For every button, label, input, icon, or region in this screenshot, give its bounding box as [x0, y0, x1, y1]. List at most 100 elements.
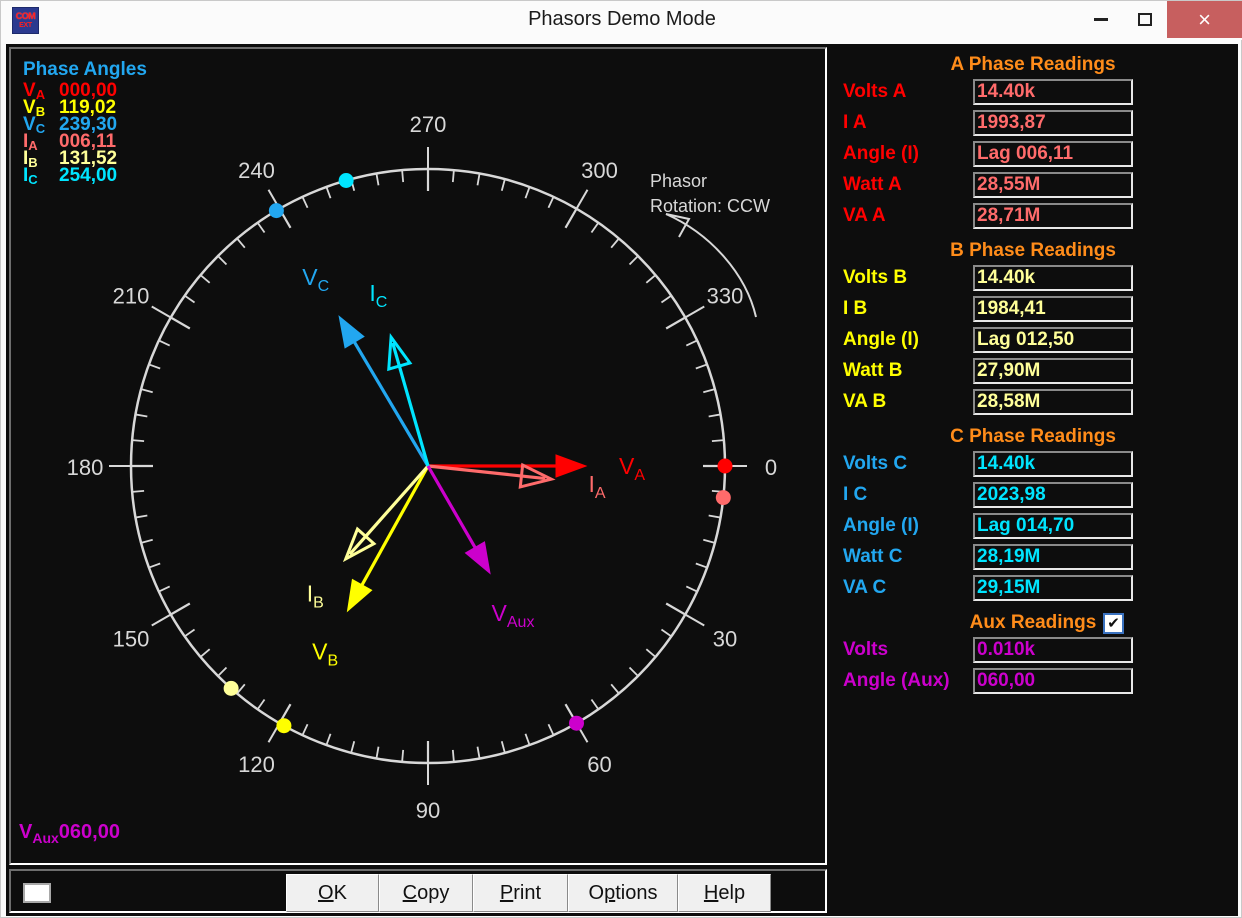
minimize-button[interactable] — [1079, 1, 1123, 38]
scale-tick — [375, 746, 380, 759]
reading-value-field[interactable]: 29,15M — [973, 575, 1133, 601]
scale-tick — [140, 538, 153, 544]
scale-tick — [660, 294, 672, 304]
reading-value-field[interactable]: 14.40k — [973, 79, 1133, 105]
scale-tick — [500, 741, 506, 754]
phasor-label: VB — [312, 638, 338, 669]
rotation-line2: Rotation: CCW — [650, 196, 771, 216]
phasor-V_B: VB — [276, 465, 430, 734]
phasor-plot-panel: 0 30 60 90 120 150 180 210 240 270 300 330 VA VB VC IA I… — [9, 47, 827, 865]
scale-tick — [628, 666, 639, 677]
maximize-icon — [1138, 13, 1152, 26]
readings-panel: A Phase Readings Volts A 14.40k I A 1993,87 A… — [831, 47, 1235, 913]
close-icon: × — [1198, 6, 1211, 32]
scale-tick — [236, 237, 246, 249]
scale-tick — [703, 388, 716, 394]
scale-label: 120 — [238, 752, 275, 777]
scale-tick — [695, 363, 708, 370]
phasor-marker-dot — [268, 203, 284, 219]
readings-section-title: B Phase Readings — [950, 240, 1116, 261]
phasor-arrowhead — [464, 541, 491, 575]
scale-label: 30 — [713, 627, 737, 652]
reading-label: I A — [843, 112, 867, 133]
ok-button[interactable]: OK — [286, 874, 379, 912]
reading-value-field[interactable]: 14.40k — [973, 451, 1133, 477]
close-button[interactable]: × — [1167, 1, 1242, 38]
phasor-label: VAux — [492, 600, 535, 631]
scale-tick — [375, 173, 380, 186]
phasor-rotation-note: Phasor Rotation: CCW — [650, 169, 770, 219]
phasor-shaft — [340, 320, 430, 467]
reading-value-field[interactable]: 1984,41 — [973, 296, 1133, 322]
reading-value-field[interactable]: 060,00 — [973, 668, 1133, 694]
scale-tick — [148, 562, 161, 569]
scale-label: 210 — [113, 284, 150, 309]
phasor-I_C: IC — [338, 173, 430, 467]
phase-angles-legend: Phase Angles VA 000,00 VB 119,02 VC 239,30 IA 0… — [23, 59, 147, 187]
reading-value-field[interactable]: 0.010k — [973, 637, 1133, 663]
scale-tick — [476, 173, 481, 186]
scale-tick — [217, 666, 228, 677]
reading-label: Angle (I) — [843, 329, 919, 350]
options-button[interactable]: Op tions — [568, 874, 678, 912]
phasor-marker-dot — [569, 715, 584, 731]
scale-tick — [184, 294, 196, 304]
reading-value-field[interactable]: 14.40k — [973, 265, 1133, 291]
phasor-label: IC — [369, 280, 387, 311]
print-button[interactable]: Print — [473, 874, 568, 912]
reading-label: Angle (Aux) — [843, 670, 950, 691]
phase-angles-title: Phase Angles — [23, 59, 147, 80]
phase-angle-row: VC 239,30 — [23, 114, 147, 136]
scale-tick — [199, 274, 211, 284]
copy-button[interactable]: Copy — [379, 874, 473, 912]
phasor-label-sub: A — [595, 485, 606, 502]
phase-angle-row: VA 000,00 — [23, 80, 147, 102]
phasor-label-sub: C — [318, 278, 330, 295]
phase-angle-row: IB 131,52 — [23, 148, 147, 170]
phasor-V_Aux: VAux — [426, 465, 584, 731]
rotation-line1: Phasor — [650, 171, 708, 191]
reading-value-field[interactable]: Lag 012,50 — [973, 327, 1133, 353]
scale-tick — [401, 170, 405, 183]
help-button[interactable]: Help — [678, 874, 771, 912]
phase-angles-rows: VA 000,00 VB 119,02 VC 239,30 IA 006,11 IB 131,52… — [23, 80, 147, 187]
readings-section-title: A Phase Readings — [950, 54, 1116, 75]
scale-tick — [256, 222, 266, 234]
reading-value-field[interactable]: 28,19M — [973, 544, 1133, 570]
reading-value-field[interactable]: 28,71M — [973, 203, 1133, 229]
phasor-arrowhead — [338, 315, 365, 349]
scale-label: 90 — [416, 798, 440, 823]
scale-label: 180 — [67, 455, 104, 480]
scale-tick — [547, 196, 555, 209]
reading-value-field[interactable]: Lag 006,11 — [973, 141, 1133, 167]
phase-angle-value: 254,00 — [59, 165, 118, 186]
scale-tick — [158, 339, 171, 347]
scale-tick — [711, 439, 724, 443]
reading-value-field[interactable]: Lag 014,70 — [973, 513, 1133, 539]
reading-label: VA C — [843, 577, 887, 598]
scale-tick — [132, 439, 145, 443]
reading-value-field[interactable]: 27,90M — [973, 358, 1133, 384]
phase-angle-symbol: IC — [23, 165, 38, 187]
scale-label: 240 — [238, 158, 275, 183]
maximize-button[interactable] — [1123, 1, 1167, 38]
scale-tick — [301, 723, 309, 736]
reading-value-field[interactable]: 2023,98 — [973, 482, 1133, 508]
scale-label: 0 — [765, 455, 777, 480]
readings-section-title: Aux Readings — [969, 612, 1097, 633]
reading-value-field[interactable]: 28,55M — [973, 172, 1133, 198]
scale-label: 270 — [410, 112, 447, 137]
status-indicator-box[interactable] — [23, 883, 51, 903]
scale-tick — [610, 683, 620, 695]
scale-major-stub — [575, 189, 589, 210]
scale-tick — [703, 538, 716, 544]
reading-value-field[interactable]: 1993,87 — [973, 110, 1133, 136]
aux-readings-checkbox[interactable]: ✔ — [1103, 613, 1124, 634]
reading-label: Watt B — [843, 360, 903, 381]
reading-label: Volts — [843, 639, 889, 660]
phasor-label: VA — [619, 453, 645, 484]
scale-tick — [590, 698, 600, 710]
phasor-marker-dot — [717, 458, 733, 474]
aux-footer-value: 060,00 — [58, 821, 120, 843]
reading-value-field[interactable]: 28,58M — [973, 389, 1133, 415]
